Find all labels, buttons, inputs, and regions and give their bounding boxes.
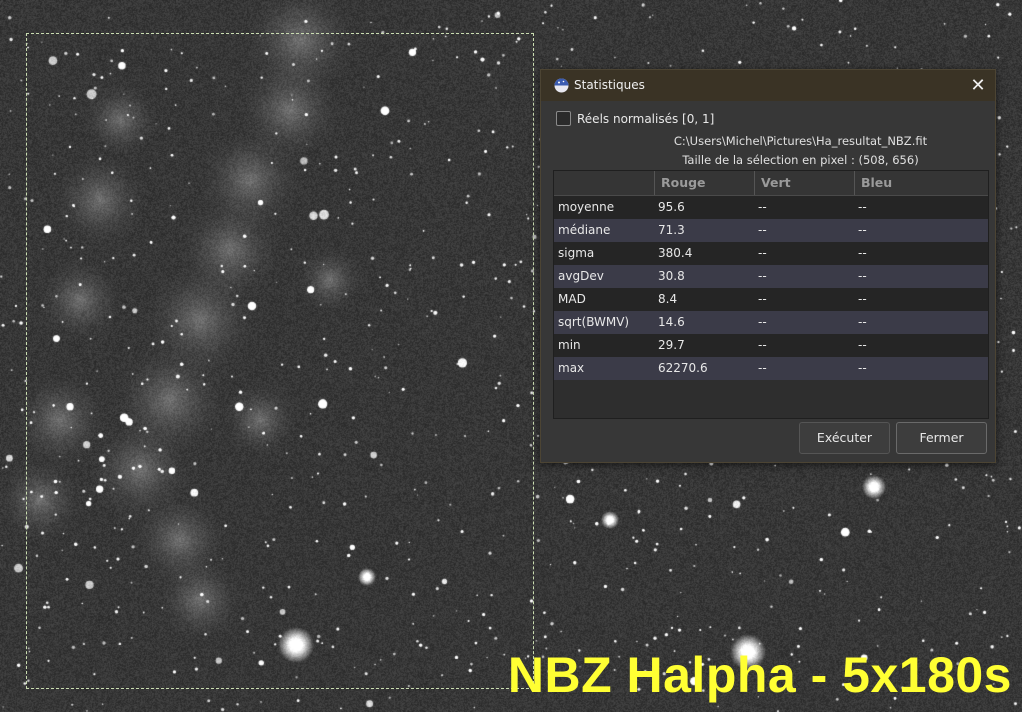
cell-blue: -- xyxy=(858,223,867,237)
normalized-label: Réels normalisés [0, 1] xyxy=(577,112,715,126)
statistics-table: Rouge Vert Bleu moyenne 95.6 -- -- médiane 71… xyxy=(553,170,989,419)
cell-name: min xyxy=(558,338,581,352)
column-header-blue[interactable]: Bleu xyxy=(854,171,988,195)
dialog-title: Statistiques xyxy=(574,78,645,92)
statistics-dialog: Statistiques ✕ Réels normalisés [0, 1] C… xyxy=(540,69,996,463)
table-row[interactable]: sigma 380.4 -- -- xyxy=(554,242,988,265)
cell-green: -- xyxy=(758,223,767,237)
cell-green: -- xyxy=(758,338,767,352)
execute-button[interactable]: Exécuter xyxy=(799,422,890,454)
cell-green: -- xyxy=(758,361,767,375)
cell-red: 62270.6 xyxy=(658,361,708,375)
cell-blue: -- xyxy=(858,269,867,283)
cell-green: -- xyxy=(758,200,767,214)
cell-name: sigma xyxy=(558,246,595,260)
cell-blue: -- xyxy=(858,361,867,375)
cell-name: moyenne xyxy=(558,200,615,214)
cell-name: sqrt(BWMV) xyxy=(558,315,630,329)
close-button[interactable]: Fermer xyxy=(896,422,987,454)
column-header-name[interactable] xyxy=(554,171,654,195)
selection-size: Taille de la sélection en pixel : (508, … xyxy=(682,153,919,167)
cell-green: -- xyxy=(758,269,767,283)
column-header-red[interactable]: Rouge xyxy=(654,171,754,195)
dialog-titlebar[interactable]: Statistiques ✕ xyxy=(541,70,995,101)
siril-app-icon xyxy=(554,78,569,93)
cell-name: avgDev xyxy=(558,269,604,283)
cell-blue: -- xyxy=(858,338,867,352)
cell-blue: -- xyxy=(858,315,867,329)
table-row[interactable]: MAD 8.4 -- -- xyxy=(554,288,988,311)
cell-red: 29.7 xyxy=(658,338,685,352)
cell-green: -- xyxy=(758,315,767,329)
file-path: C:\Users\Michel\Pictures\Ha_resultat_NBZ… xyxy=(673,134,928,148)
table-row[interactable]: médiane 71.3 -- -- xyxy=(554,219,988,242)
table-header: Rouge Vert Bleu xyxy=(554,171,988,196)
close-icon[interactable]: ✕ xyxy=(961,70,995,101)
table-row[interactable]: moyenne 95.6 -- -- xyxy=(554,196,988,219)
cell-red: 95.6 xyxy=(658,200,685,214)
cell-red: 71.3 xyxy=(658,223,685,237)
cell-green: -- xyxy=(758,246,767,260)
cell-name: médiane xyxy=(558,223,611,237)
cell-name: MAD xyxy=(558,292,586,306)
normalized-checkbox[interactable] xyxy=(556,111,571,126)
cell-blue: -- xyxy=(858,246,867,260)
column-header-green[interactable]: Vert xyxy=(754,171,854,195)
image-caption: NBZ Halpha - 5x180s xyxy=(507,647,1012,703)
table-row[interactable]: sqrt(BWMV) 14.6 -- -- xyxy=(554,311,988,334)
cell-blue: -- xyxy=(858,292,867,306)
cell-red: 14.6 xyxy=(658,315,685,329)
cell-red: 30.8 xyxy=(658,269,685,283)
cell-red: 380.4 xyxy=(658,246,693,260)
cell-blue: -- xyxy=(858,200,867,214)
cell-green: -- xyxy=(758,292,767,306)
table-row[interactable]: avgDev 30.8 -- -- xyxy=(554,265,988,288)
table-row[interactable]: max 62270.6 -- -- xyxy=(554,357,988,380)
table-row[interactable]: min 29.7 -- -- xyxy=(554,334,988,357)
cell-name: max xyxy=(558,361,585,375)
cell-red: 8.4 xyxy=(658,292,678,306)
